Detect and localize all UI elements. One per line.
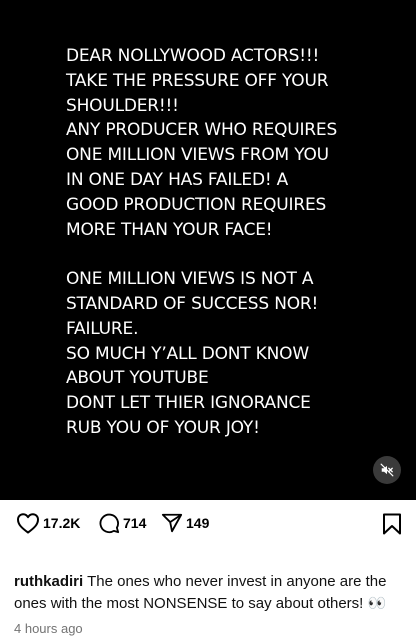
post-media[interactable]: DEAR NOLLYWOOD ACTORS!!! TAKE THE PRESSU… xyxy=(0,0,416,500)
post-caption: ruthkadiri The ones who never invest in … xyxy=(14,571,406,615)
heart-icon xyxy=(17,513,39,534)
post-timestamp: 4 hours ago xyxy=(14,621,83,636)
post-line: SHOULDER!!! xyxy=(66,95,179,116)
post-line: IN ONE DAY HAS FAILED! A xyxy=(66,169,289,190)
comment-count: 714 xyxy=(123,515,147,531)
muted-speaker-icon xyxy=(380,463,394,477)
post-line: STANDARD OF SUCCESS NOR! xyxy=(66,293,319,314)
post-line: TAKE THE PRESSURE OFF YOUR xyxy=(66,70,329,91)
like-button[interactable]: 17.2K xyxy=(16,512,80,534)
send-icon xyxy=(161,513,183,533)
post-line: FAILURE. xyxy=(66,318,139,339)
comment-icon xyxy=(99,513,120,534)
caption-username[interactable]: ruthkadiri xyxy=(14,573,83,590)
post-line: ABOUT YOUTUBE xyxy=(66,368,209,389)
post-line-gap xyxy=(66,242,396,267)
post-line: ONE MILLION VIEWS IS NOT A xyxy=(66,269,314,290)
post-line: GOOD PRODUCTION REQUIRES xyxy=(66,194,327,215)
post-line: ONE MILLION VIEWS FROM YOU xyxy=(66,145,329,166)
share-count: 149 xyxy=(186,515,210,531)
like-count: 17.2K xyxy=(43,515,81,531)
post-line: DONT LET THIER IGNORANCE xyxy=(66,393,311,414)
mute-button[interactable] xyxy=(373,456,401,484)
bookmark-icon xyxy=(383,513,401,535)
post-line: DEAR NOLLYWOOD ACTORS!!! xyxy=(66,46,320,66)
post-text-overlay: DEAR NOLLYWOOD ACTORS!!! TAKE THE PRESSU… xyxy=(66,44,396,441)
post-actions-bar: 17.2K 714 149 xyxy=(0,500,416,546)
share-button[interactable]: 149 xyxy=(161,512,209,534)
post-line: RUB YOU OF YOUR JOY! xyxy=(66,417,260,438)
post-line: ANY PRODUCER WHO REQUIRES xyxy=(66,120,338,141)
save-button[interactable] xyxy=(382,513,402,535)
post-line: SO MUCH Y’ALL DONT KNOW xyxy=(66,343,309,364)
post-line: MORE THAN YOUR FACE! xyxy=(66,219,273,240)
comment-button[interactable]: 714 xyxy=(98,512,146,534)
